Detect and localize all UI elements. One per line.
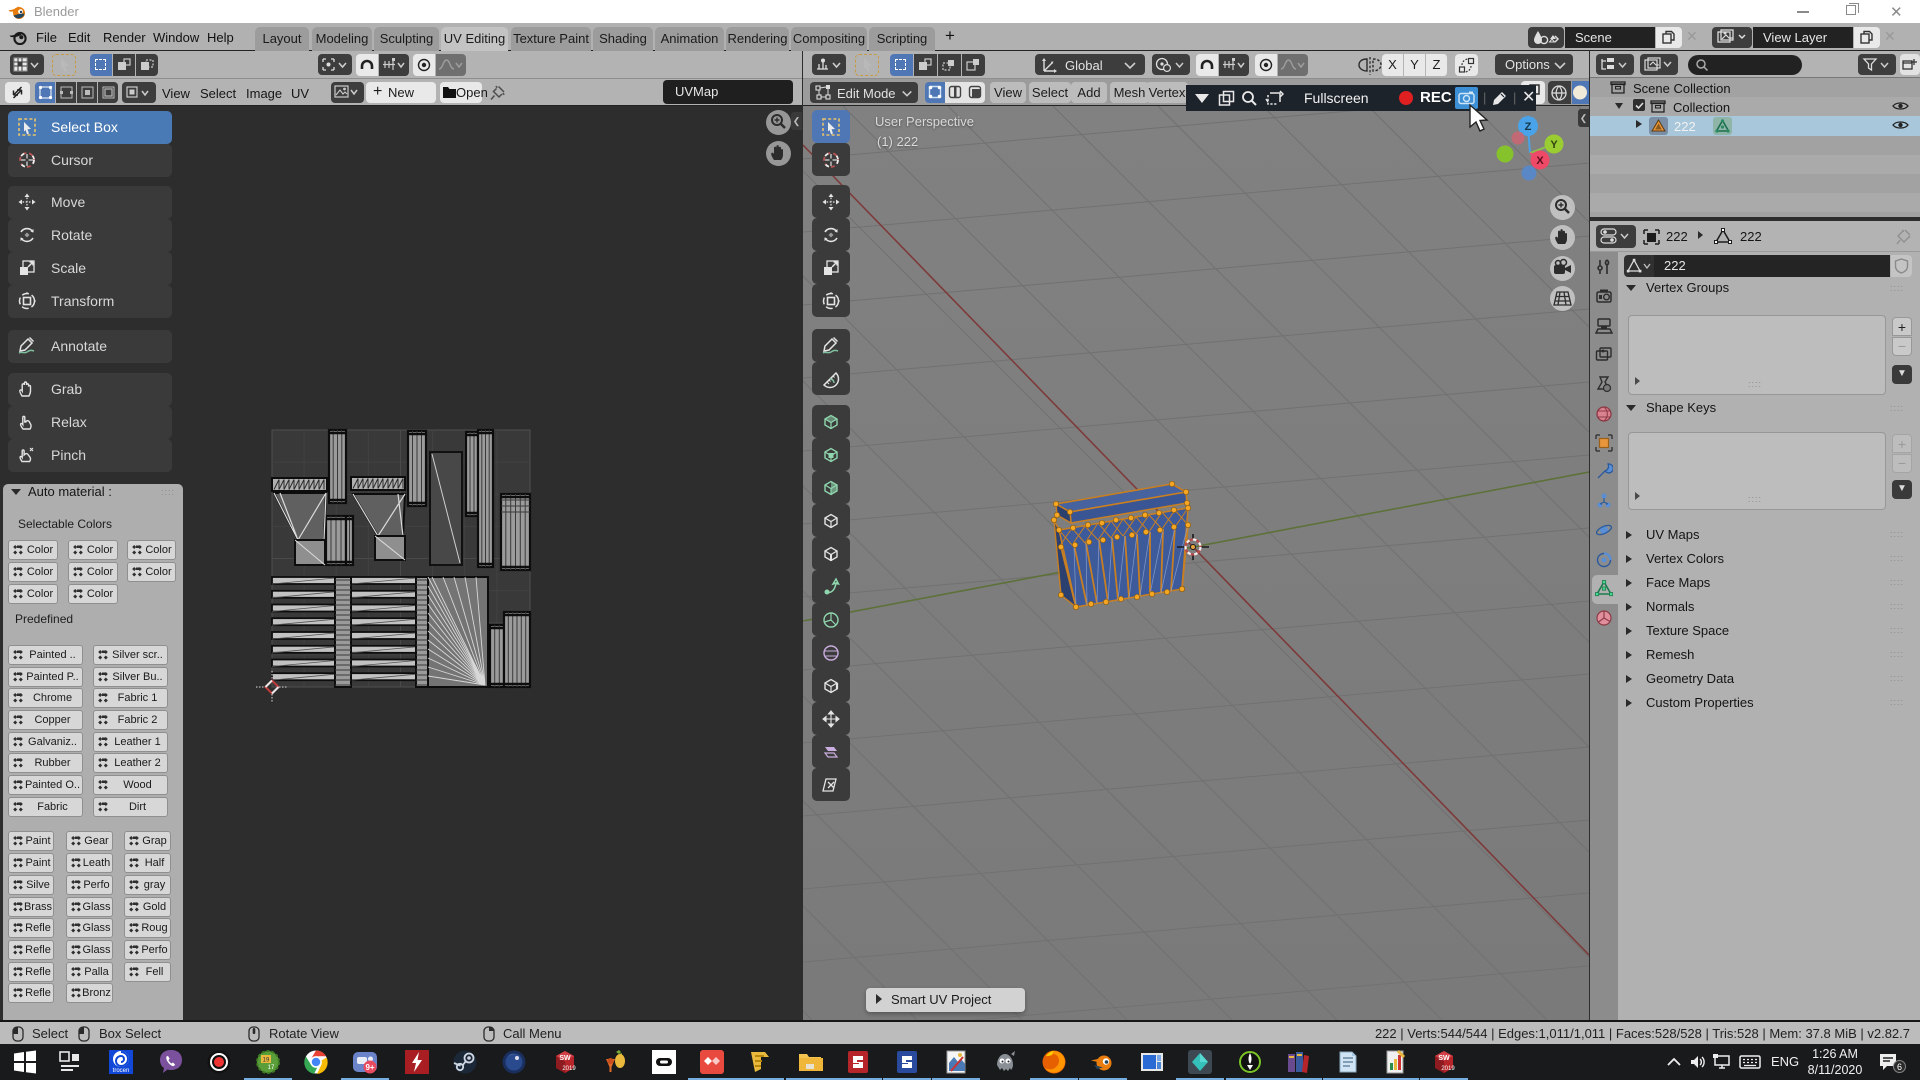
svg-text:17: 17 — [268, 1065, 275, 1071]
svg-text:SW: SW — [1438, 1055, 1450, 1062]
svg-text:SW: SW — [559, 1055, 571, 1062]
svg-text:19: 19 — [263, 1058, 270, 1064]
svg-text:trocen: trocen — [113, 1068, 130, 1074]
svg-text:9+: 9+ — [365, 1063, 374, 1072]
svg-text:Y: Y — [1550, 139, 1558, 151]
svg-text:2019: 2019 — [562, 1066, 576, 1072]
svg-text:Z: Z — [1525, 121, 1532, 133]
svg-text:2019: 2019 — [1441, 1066, 1455, 1072]
svg-text:X: X — [1536, 155, 1544, 167]
